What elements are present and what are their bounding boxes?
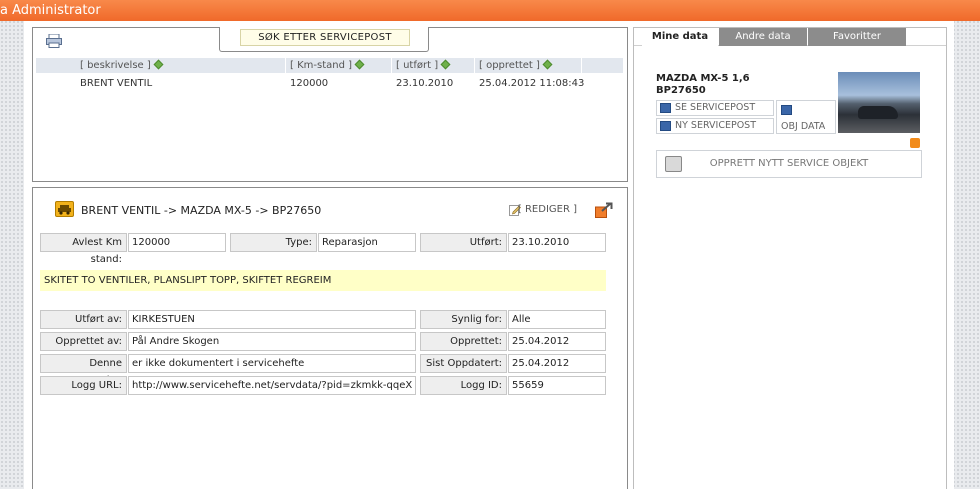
data-icon <box>781 105 792 115</box>
type-value: Reparasjon <box>318 233 416 252</box>
list-icon <box>660 103 671 113</box>
cell-utfort: 23.10.2010 <box>396 78 454 89</box>
column-header-km-stand[interactable]: [ Km-stand ] <box>290 59 365 71</box>
opprettet-av-value: Pål Andre Skogen <box>128 332 416 351</box>
cell-km-stand: 120000 <box>290 78 329 89</box>
search-service-button[interactable]: SØK ETTER SERVICEPOST <box>240 29 410 46</box>
side-panel: Mine data Andre data Favoritter MAZDA MX… <box>633 27 947 489</box>
object-name: MAZDA MX-5 1,6 <box>656 73 750 84</box>
see-service-button[interactable]: SE SERVICEPOST <box>656 100 774 116</box>
utfort-av-value: KIRKESTUEN <box>128 310 416 329</box>
km-stand-label: Avlest Km stand: <box>40 233 127 265</box>
logg-url-label: Logg URL: <box>40 376 127 395</box>
tab-mine-data[interactable]: Mine data <box>642 28 718 46</box>
external-link-icon[interactable] <box>595 202 613 218</box>
create-object-icon <box>665 156 682 172</box>
notes-text: SKITET TO VENTILER, PLANSLIPT TOPP, SKIF… <box>40 270 606 291</box>
detail-panel: BRENT VENTIL -> MAZDA MX-5 -> BP27650 [ … <box>32 187 628 489</box>
opprettet-label: Opprettet: <box>420 332 507 351</box>
create-service-object-button[interactable]: OPPRETT NYTT SERVICE OBJEKT <box>656 150 922 178</box>
side-tabs: Mine data Andre data Favoritter <box>642 28 906 46</box>
sist-oppdatert-value: 25.04.2012 11:09:13 <box>508 354 606 386</box>
sist-oppdatert-label: Sist Oppdatert: <box>420 354 507 373</box>
cell-beskrivelse: BRENT VENTIL <box>80 78 153 89</box>
tab-andre-data[interactable]: Andre data <box>719 28 807 46</box>
opprettet-av-label: Opprettet av: <box>40 332 127 351</box>
denne-reparasjon-value: er ikke dokumentert i servicehefte <box>128 354 416 373</box>
utfort-value: 23.10.2010 <box>508 233 606 252</box>
km-stand-value: 120000 <box>128 233 226 252</box>
sort-icon[interactable] <box>542 59 553 70</box>
detail-title: BRENT VENTIL -> MAZDA MX-5 -> BP27650 <box>81 204 322 217</box>
list-header: [ beskrivelse ] [ Km-stand ] [ utført ] … <box>36 58 623 73</box>
sort-icon[interactable] <box>153 59 164 70</box>
tab-favoritter[interactable]: Favoritter <box>808 28 906 46</box>
plus-icon <box>660 121 671 131</box>
new-service-button[interactable]: NY SERVICEPOST <box>656 118 774 134</box>
sort-icon[interactable] <box>354 59 365 70</box>
app-title-bar: a Administrator <box>0 0 980 21</box>
column-header-opprettet[interactable]: [ opprettet ] <box>479 59 553 71</box>
edit-button[interactable]: [ REDIGER ] <box>518 204 577 215</box>
sort-icon[interactable] <box>440 59 451 70</box>
obj-data-button[interactable]: OBJ DATA <box>776 100 836 134</box>
logg-url-value[interactable]: http://www.servicehefte.net/servdata/?pi… <box>128 376 416 395</box>
object-registration: BP27650 <box>656 85 706 96</box>
app-title: a Administrator <box>0 3 101 18</box>
cell-opprettet: 25.04.2012 11:08:43 <box>479 78 585 89</box>
search-panel: SØK ETTER SERVICEPOST [ beskrivelse ] [ … <box>32 27 628 182</box>
car-photo <box>838 72 920 133</box>
rss-icon[interactable] <box>910 138 920 148</box>
utfort-av-label: Utført av: <box>40 310 127 329</box>
logg-id-value: 55659 <box>508 376 606 395</box>
column-header-beskrivelse[interactable]: [ beskrivelse ] <box>80 59 164 71</box>
search-tab: SØK ETTER SERVICEPOST <box>219 27 429 52</box>
opprettet-value: 25.04.2012 11:08:43 <box>508 332 606 364</box>
table-row[interactable]: BRENT VENTIL 120000 23.10.2010 25.04.201… <box>36 76 623 91</box>
column-header-utfort[interactable]: [ utført ] <box>396 59 451 71</box>
synlig-for-value: Alle <box>508 310 606 329</box>
synlig-for-label: Synlig for: <box>420 310 507 329</box>
utfort-label: Utført: <box>420 233 507 252</box>
car-icon <box>55 201 74 217</box>
type-label: Type: <box>230 233 317 252</box>
print-icon[interactable] <box>46 34 62 48</box>
edit-area: [ REDIGER ] <box>503 202 613 218</box>
logg-id-label: Logg ID: <box>420 376 507 395</box>
denne-reparasjon-label: Denne Reparasjon <box>40 354 127 386</box>
